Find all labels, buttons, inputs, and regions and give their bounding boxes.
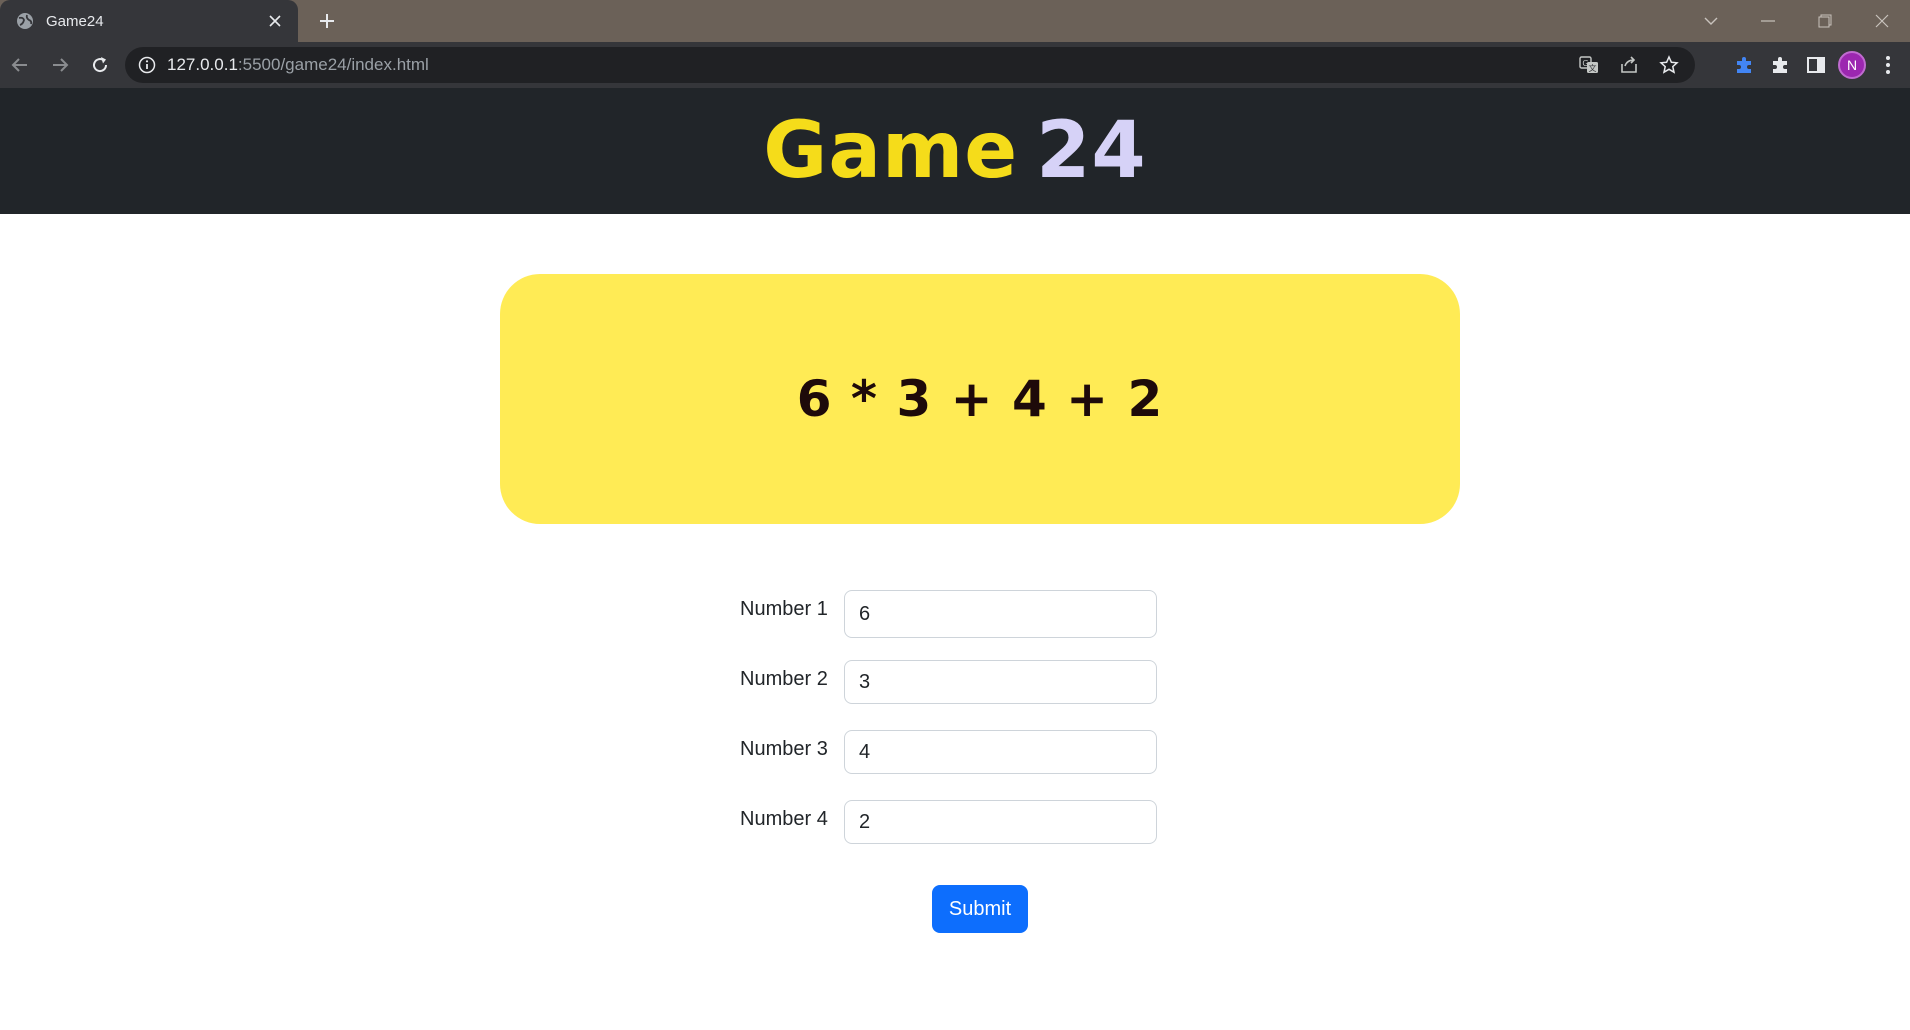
- kebab-menu-icon[interactable]: [1874, 51, 1902, 79]
- chevron-down-icon[interactable]: [1682, 0, 1739, 42]
- translate-icon[interactable]: 文G: [1575, 51, 1603, 79]
- extension-icon[interactable]: [1730, 51, 1758, 79]
- page-title-word-game: Game: [763, 106, 1019, 196]
- url-text: 127.0.0.1:5500/game24/index.html: [167, 55, 1575, 75]
- page-header: Game 24: [0, 88, 1910, 214]
- puzzle-icon[interactable]: [1766, 51, 1794, 79]
- forward-arrow-icon[interactable]: [40, 45, 80, 85]
- number-2-label: Number 2: [740, 668, 828, 690]
- close-icon[interactable]: [264, 10, 286, 32]
- minimize-icon[interactable]: [1739, 0, 1796, 42]
- solution-expression: 6 * 3 + 4 + 2: [796, 370, 1164, 428]
- submit-button[interactable]: Submit: [932, 885, 1028, 933]
- form-row-number-2: Number 2: [740, 660, 1160, 730]
- info-icon[interactable]: [137, 55, 157, 75]
- form-row-number-1: Number 1: [740, 590, 1160, 660]
- page-title-word-24: 24: [1036, 106, 1147, 196]
- url-path: :5500/game24/index.html: [237, 55, 429, 74]
- page-title: Game 24: [763, 106, 1146, 196]
- number-3-input[interactable]: [844, 730, 1157, 774]
- avatar[interactable]: N: [1838, 51, 1866, 79]
- address-bar[interactable]: 127.0.0.1:5500/game24/index.html 文G: [125, 47, 1695, 83]
- plus-icon[interactable]: [312, 8, 342, 34]
- number-1-label: Number 1: [740, 598, 828, 620]
- svg-text:G: G: [1582, 59, 1588, 68]
- number-3-label: Number 3: [740, 738, 828, 760]
- window-close-icon[interactable]: [1853, 0, 1910, 42]
- form-row-number-4: Number 4: [740, 800, 1160, 870]
- sidepanel-icon[interactable]: [1802, 51, 1830, 79]
- number-1-input[interactable]: [844, 590, 1157, 638]
- form-row-number-3: Number 3: [740, 730, 1160, 800]
- back-arrow-icon[interactable]: [0, 45, 40, 85]
- number-4-label: Number 4: [740, 808, 828, 830]
- restore-icon[interactable]: [1796, 0, 1853, 42]
- number-2-input[interactable]: [844, 660, 1157, 704]
- browser-tab[interactable]: Game24: [0, 0, 298, 42]
- number-4-input[interactable]: [844, 800, 1157, 844]
- globe-icon: [16, 12, 34, 30]
- share-icon[interactable]: [1615, 51, 1643, 79]
- tab-title: Game24: [46, 12, 104, 30]
- window-controls: [1682, 0, 1910, 42]
- browser-toolbar: 127.0.0.1:5500/game24/index.html 文G N: [0, 42, 1910, 88]
- numbers-form: Number 1 Number 2 Number 3 Number 4: [740, 590, 1160, 870]
- star-icon[interactable]: [1655, 51, 1683, 79]
- url-host: 127.0.0.1: [167, 55, 238, 74]
- svg-text:文: 文: [1589, 63, 1597, 73]
- browser-titlebar: Game24: [0, 0, 1910, 42]
- solution-card: 6 * 3 + 4 + 2: [500, 274, 1460, 524]
- reload-icon[interactable]: [80, 45, 120, 85]
